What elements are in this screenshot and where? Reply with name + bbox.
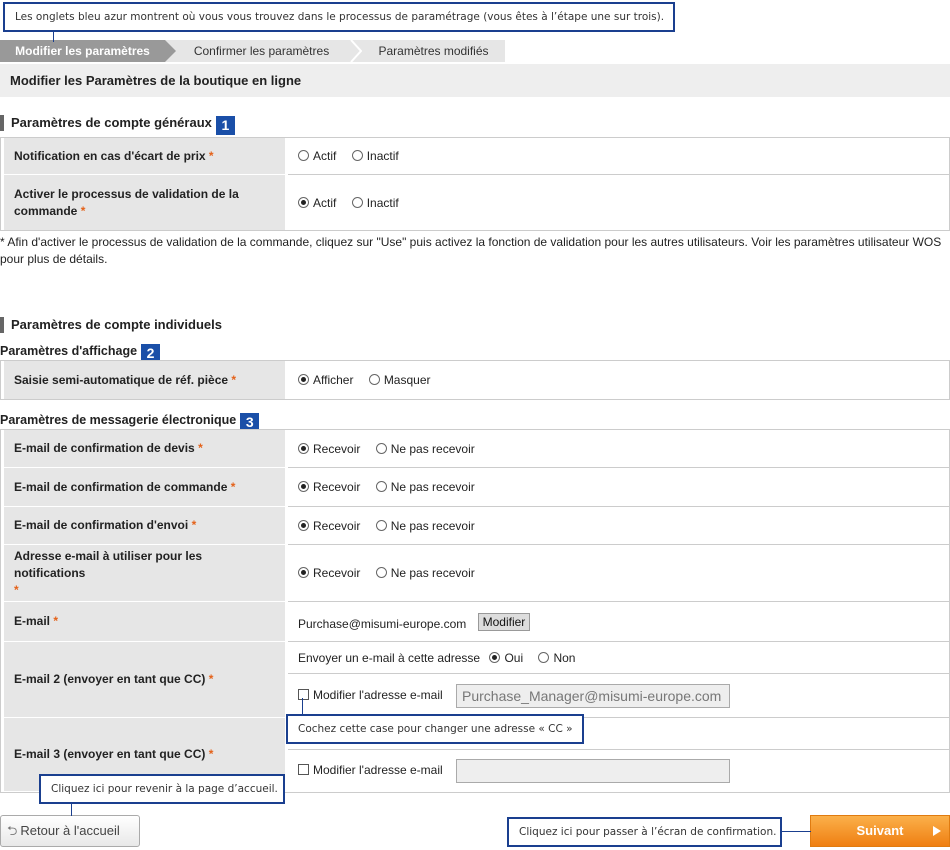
section-individual-title: Paramètres de compte individuels bbox=[0, 317, 222, 333]
radio-active-price[interactable]: Actif bbox=[298, 149, 336, 163]
radio-noreceive-shipping[interactable]: Ne pas recevoir bbox=[375, 519, 475, 533]
email-value-cell: Purchase@misumi-europe.com Modifier bbox=[288, 602, 949, 642]
order-email-options: Recevoir Ne pas recevoir bbox=[288, 468, 949, 507]
play-arrow-icon bbox=[933, 826, 941, 836]
radio-noreceive-quote[interactable]: Ne pas recevoir bbox=[375, 442, 475, 456]
step-modify: Modifier les paramètres bbox=[0, 40, 176, 62]
price-notification-options: Actif Inactif bbox=[288, 138, 949, 175]
notification-address-options: Recevoir Ne pas recevoir bbox=[288, 545, 949, 602]
radio-receive-order[interactable]: Recevoir bbox=[298, 480, 360, 494]
callout-cc-line bbox=[302, 698, 303, 715]
section-general-title: Paramètres de compte généraux 1 bbox=[0, 115, 235, 135]
callout-confirm-line bbox=[782, 831, 811, 832]
step-done-label: Paramètres modifiés bbox=[378, 44, 489, 58]
back-to-home-button[interactable]: ⮌ Retour à l'accueil bbox=[0, 815, 140, 847]
page-title: Modifier les Paramètres de la boutique e… bbox=[0, 64, 950, 97]
callout-tabs: Les onglets bleu azur montrent où vous v… bbox=[3, 2, 675, 32]
step-confirm: Confirmer les paramètres bbox=[165, 40, 362, 62]
general-settings-table: Notification en cas d'écart de prix * Ac… bbox=[0, 137, 950, 231]
row-label-email: E-mail * bbox=[1, 602, 288, 642]
next-button-label: Suivant bbox=[856, 823, 904, 838]
radio-inactive-validation[interactable]: Inactif bbox=[351, 196, 399, 210]
modify-email-button[interactable]: Modifier bbox=[477, 612, 531, 631]
callout-home: Cliquez ici pour revenir à la page d’acc… bbox=[39, 774, 285, 804]
callout-confirm: Cliquez ici pour passer à l’écran de con… bbox=[507, 817, 782, 847]
progress-steps: Modifier les paramètres Confirmer les pa… bbox=[0, 40, 505, 62]
radio-show-autocomplete[interactable]: Afficher bbox=[298, 373, 353, 387]
display-settings-table: Saisie semi-automatique de réf. pièce * … bbox=[0, 360, 950, 400]
row-label-order-email: E-mail de confirmation de commande * bbox=[1, 468, 288, 507]
back-button-label: Retour à l'accueil bbox=[20, 823, 120, 838]
callout-cc: Cochez cette case pour changer une adres… bbox=[286, 714, 584, 744]
radio-yes-email2[interactable]: Oui bbox=[489, 651, 523, 665]
step-confirm-label: Confirmer les paramètres bbox=[193, 44, 330, 58]
row-label-quote-email: E-mail de confirmation de devis * bbox=[1, 430, 288, 468]
validation-options: Actif Inactif bbox=[288, 175, 949, 230]
row-label-validation: Activer le processus de validation de la… bbox=[1, 175, 288, 230]
radio-receive-notification[interactable]: Recevoir bbox=[298, 566, 360, 580]
radio-inactive-price[interactable]: Inactif bbox=[351, 149, 399, 163]
radio-noreceive-notification[interactable]: Ne pas recevoir bbox=[375, 566, 475, 580]
callout-home-line bbox=[71, 802, 72, 816]
radio-receive-quote[interactable]: Recevoir bbox=[298, 442, 360, 456]
checkbox-modify-email2[interactable]: Modifier l'adresse e-mail bbox=[298, 688, 443, 702]
radio-hide-autocomplete[interactable]: Masquer bbox=[368, 373, 431, 387]
checkbox-modify-email3[interactable]: Modifier l'adresse e-mail bbox=[298, 763, 443, 777]
return-arrow-icon: ⮌ bbox=[7, 823, 18, 838]
validation-note: * Afin d'activer le processus de validat… bbox=[0, 235, 942, 266]
row-label-autocomplete: Saisie semi-automatique de réf. pièce * bbox=[1, 361, 288, 399]
autocomplete-options: Afficher Masquer bbox=[288, 361, 949, 399]
badge-1: 1 bbox=[215, 116, 235, 135]
row-label-shipping-email: E-mail de confirmation d'envoi * bbox=[1, 507, 288, 545]
radio-noreceive-order[interactable]: Ne pas recevoir bbox=[375, 480, 475, 494]
row-label-email2: E-mail 2 (envoyer en tant que CC) * bbox=[1, 642, 288, 718]
radio-no-email2[interactable]: Non bbox=[538, 651, 575, 665]
row-label-price-notification: Notification en cas d'écart de prix * bbox=[1, 138, 288, 175]
next-button[interactable]: Suivant bbox=[810, 815, 950, 847]
email2-input[interactable]: Purchase_Manager@misumi-europe.com bbox=[456, 683, 731, 708]
step-modify-label: Modifier les paramètres bbox=[15, 44, 150, 58]
quote-email-options: Recevoir Ne pas recevoir bbox=[288, 430, 949, 468]
shipping-email-options: Recevoir Ne pas recevoir bbox=[288, 507, 949, 545]
radio-receive-shipping[interactable]: Recevoir bbox=[298, 519, 360, 533]
row-label-notification-address: Adresse e-mail à utiliser pour les notif… bbox=[1, 545, 288, 602]
email3-modify-cell: Modifier l'adresse e-mail bbox=[288, 750, 949, 792]
email3-input[interactable] bbox=[456, 759, 731, 783]
send-to-label: Envoyer un e-mail à cette adresse bbox=[298, 650, 481, 665]
step-done: Paramètres modifiés bbox=[350, 40, 505, 62]
email2-modify-cell: Modifier l'adresse e-mail Purchase_Manag… bbox=[288, 674, 949, 718]
radio-active-validation[interactable]: Actif bbox=[298, 196, 336, 210]
email2-send-cell: Envoyer un e-mail à cette adresse Oui No… bbox=[288, 642, 949, 674]
email-value: Purchase@misumi-europe.com bbox=[298, 616, 467, 631]
